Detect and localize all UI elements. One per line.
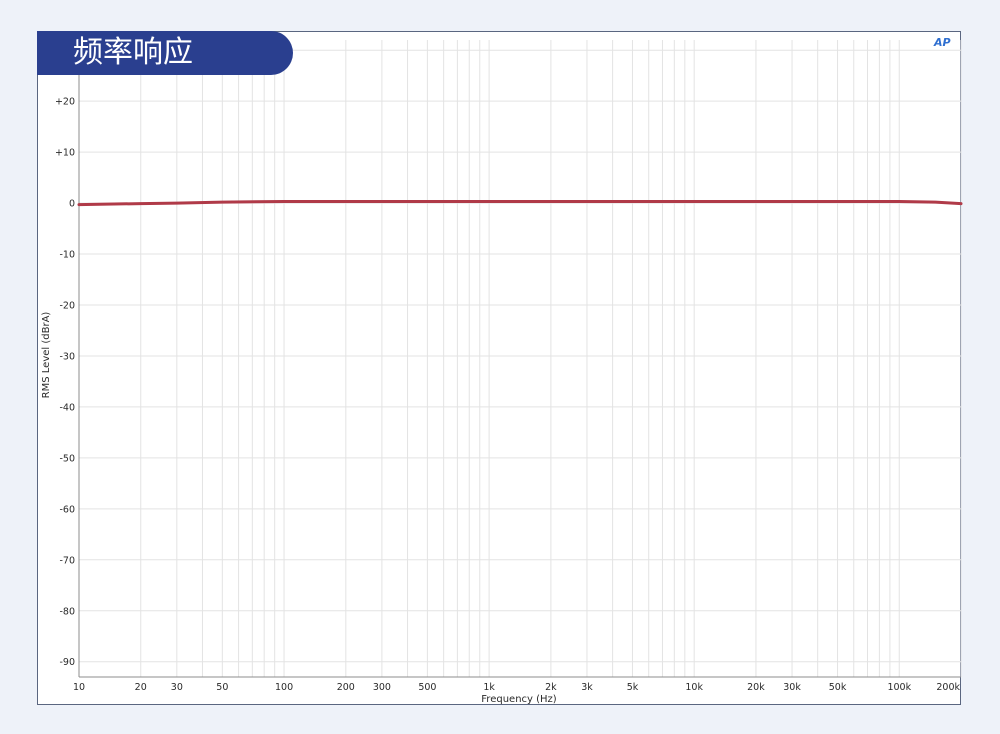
y-tick-labels: +30+20+100-10-20-30-40-50-60-70-80-90 <box>55 46 75 669</box>
y-tick-label: -90 <box>59 657 75 668</box>
x-tick-label: 500 <box>418 682 436 693</box>
x-tick-label: 100 <box>275 682 293 693</box>
y-tick-label: +10 <box>55 148 75 159</box>
x-tick-label: 50 <box>216 682 228 693</box>
x-tick-label: 10k <box>685 682 703 693</box>
x-tick-label: 1k <box>483 682 495 693</box>
chart-title: 频率响应 <box>37 31 293 75</box>
x-axis-title: Frequency (Hz) <box>481 694 557 705</box>
x-tick-label: 50k <box>829 682 847 693</box>
x-tick-label: 2k <box>545 682 557 693</box>
y-tick-label: -40 <box>59 402 75 413</box>
x-tick-label: 300 <box>373 682 391 693</box>
x-tick-label: 10 <box>73 682 85 693</box>
x-tick-label: 30k <box>783 682 801 693</box>
x-tick-label: 100k <box>887 682 911 693</box>
x-tick-label: 3k <box>581 682 593 693</box>
ap-logo-icon: AP <box>934 36 951 49</box>
x-tick-labels: 10 20 30 50 100 200 300 500 1k 2k 3k 5k 10k 20k 30k 50k… <box>73 682 961 693</box>
y-tick-label: 0 <box>69 199 75 210</box>
x-tick-label: 200k <box>936 682 960 693</box>
y-tick-label: +20 <box>55 97 75 108</box>
y-tick-label: -20 <box>59 300 75 311</box>
y-axis-title: RMS Level (dBrA) <box>41 312 52 399</box>
y-tick-label: -60 <box>59 504 75 515</box>
frequency-response-chart: +30+20+100-10-20-30-40-50-60-70-80-90 10… <box>41 40 963 705</box>
x-tick-label: 20k <box>747 682 765 693</box>
x-tick-label: 30 <box>171 682 183 693</box>
grid <box>78 40 962 678</box>
x-tick-label: 20 <box>135 682 147 693</box>
y-tick-label: -50 <box>59 453 75 464</box>
x-tick-label: 5k <box>627 682 639 693</box>
y-tick-label: -30 <box>59 351 75 362</box>
x-tick-label: 200 <box>337 682 355 693</box>
y-tick-label: -80 <box>59 606 75 617</box>
y-tick-label: -10 <box>59 250 75 261</box>
y-tick-label: -70 <box>59 555 75 566</box>
